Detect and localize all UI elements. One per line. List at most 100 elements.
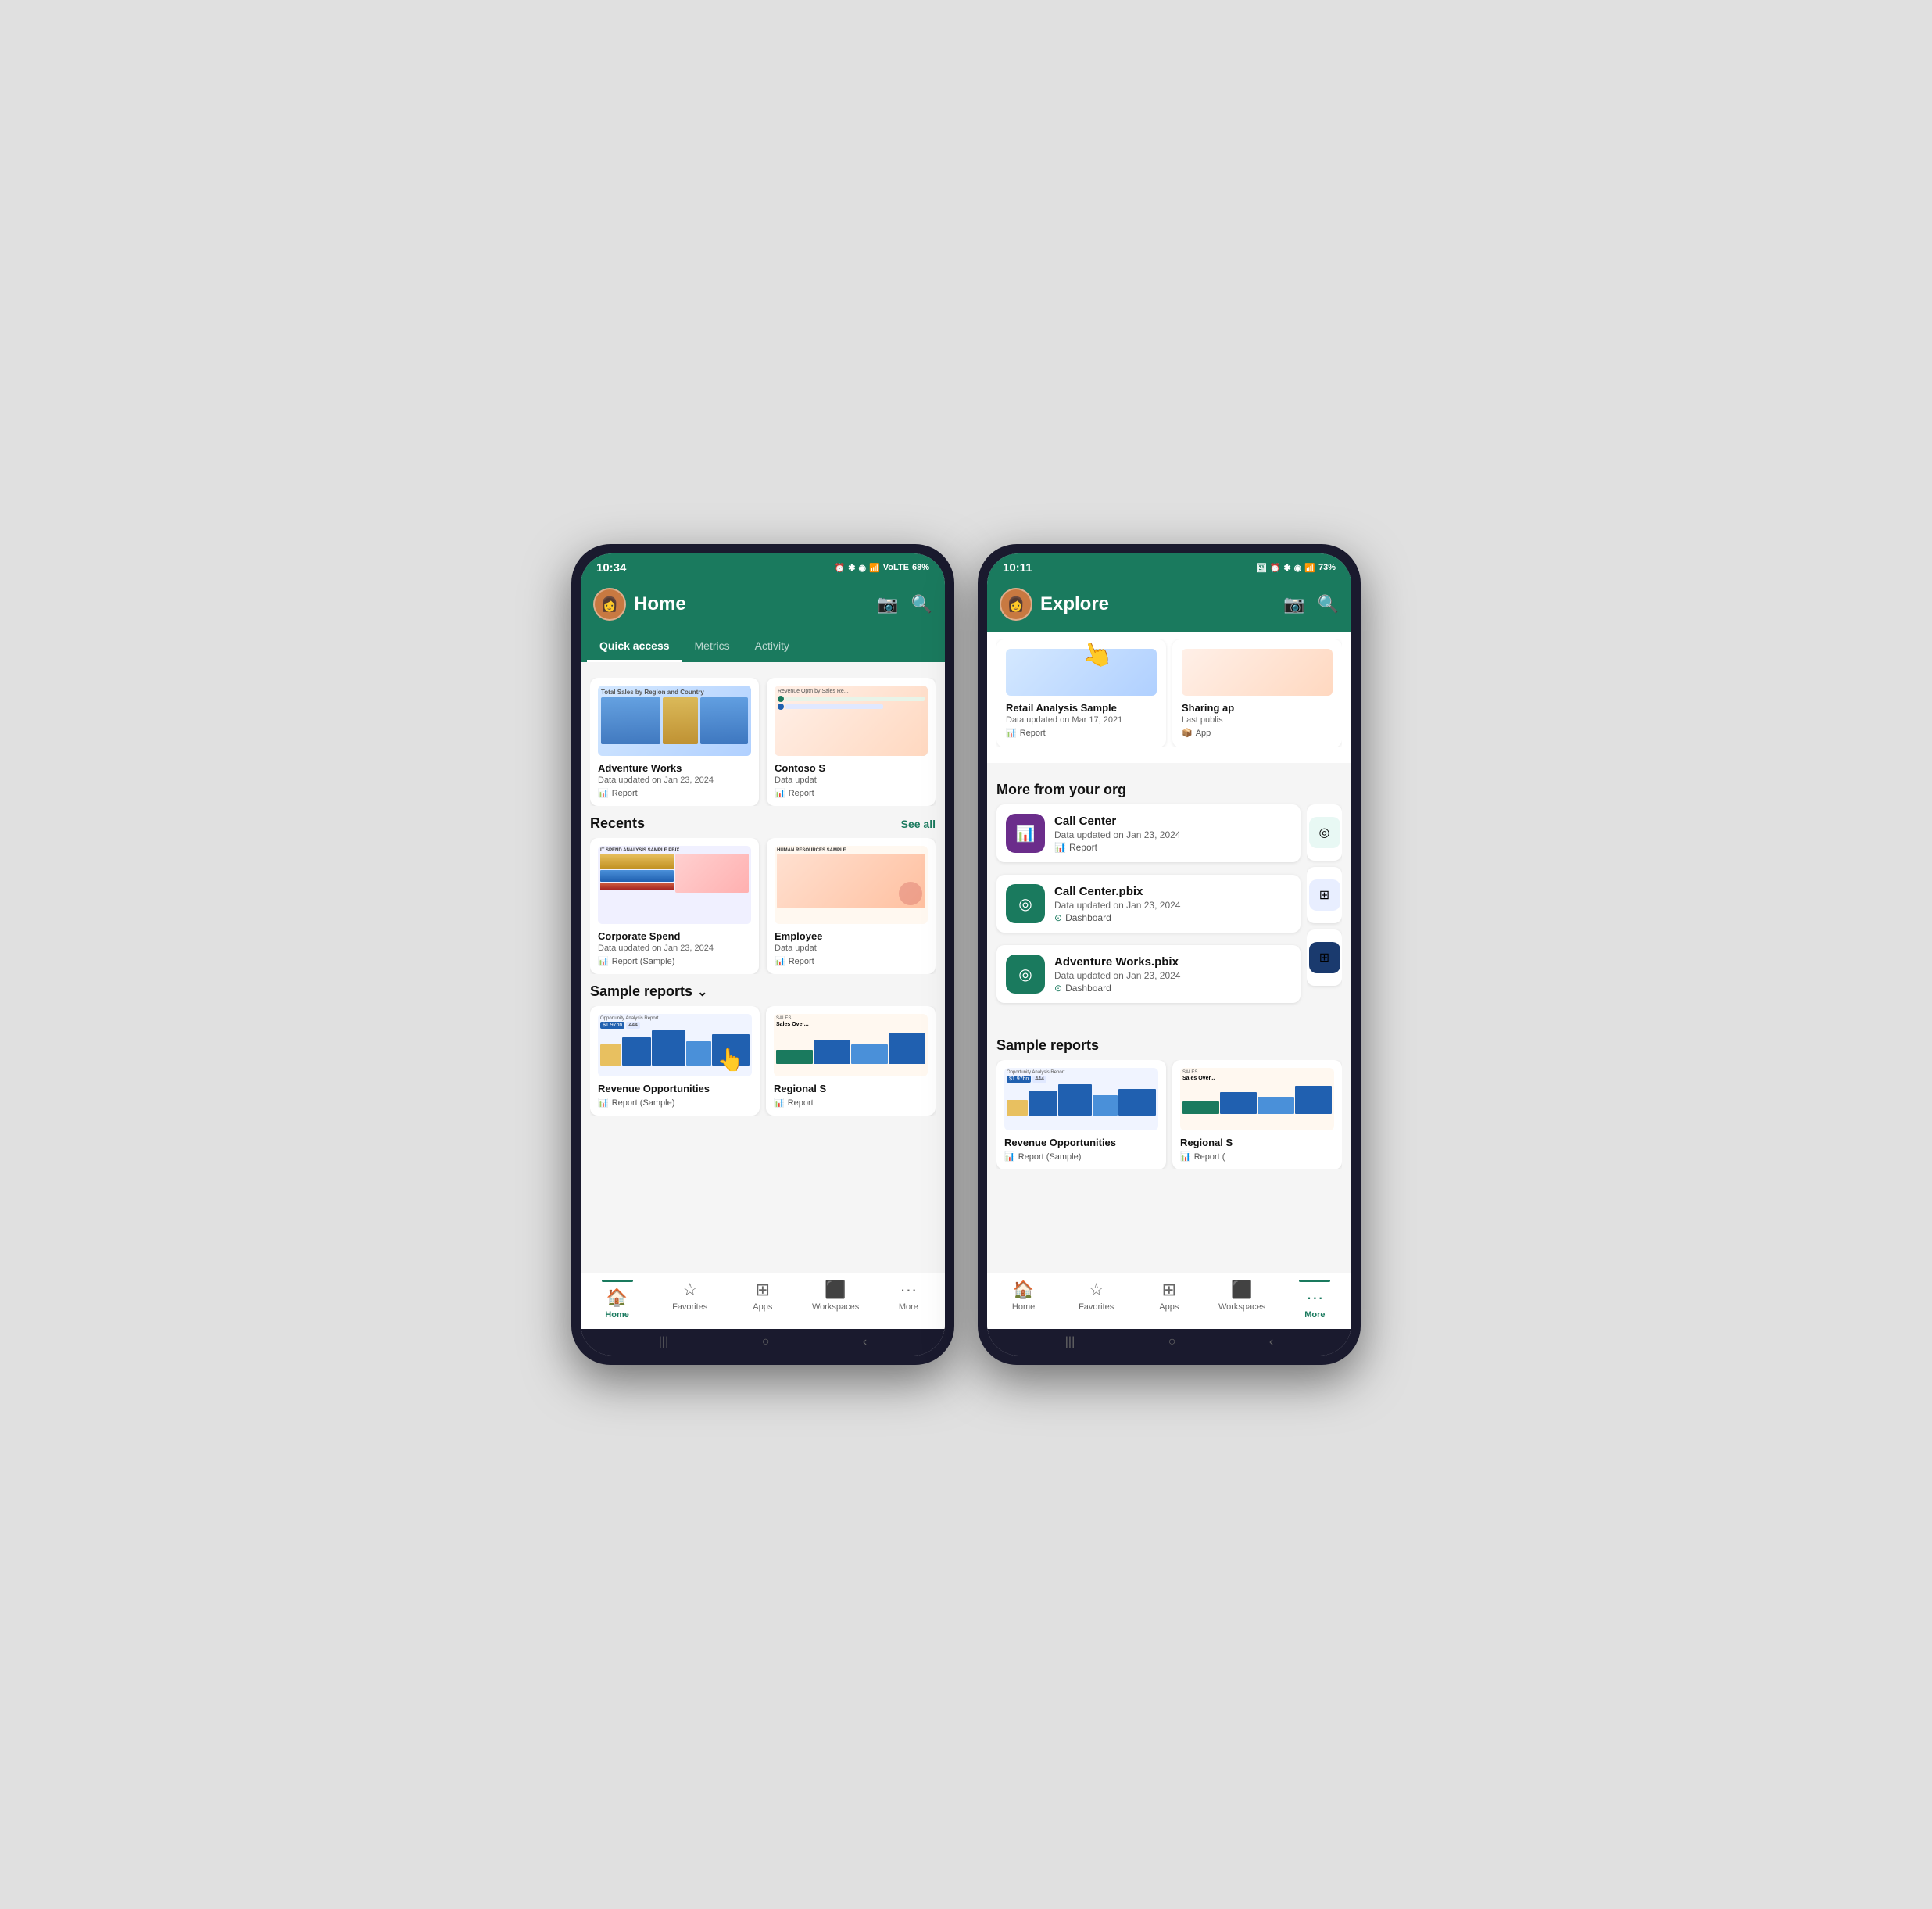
regional-card-1[interactable]: SALES Sales Over... Regional S — [766, 1006, 936, 1116]
org-partial-icon-2: ⊞ — [1309, 879, 1340, 911]
tab-metrics[interactable]: Metrics — [682, 632, 742, 662]
status-icons-1: ⏰ ✱ ◉ 📶 VoLTE 68% — [835, 563, 929, 573]
page-title-1: Home — [634, 593, 686, 615]
nav-workspaces-1[interactable]: ⬛ Workspaces — [812, 1280, 859, 1320]
adventure-pbix-glyph: ◎ — [1018, 965, 1032, 984]
adventure-pbix-name: Adventure Works.pbix — [1054, 955, 1291, 969]
call-center-card[interactable]: 📊 Call Center Data updated on Jan 23, 20… — [996, 804, 1301, 862]
time-1: 10:34 — [596, 561, 626, 575]
sharing-date: Last publis — [1182, 715, 1333, 725]
org-header: More from your org — [996, 782, 1342, 798]
bottom-nav-1: 🏠 Home ☆ Favorites ⊞ Apps ⬛ Workspaces ·… — [581, 1273, 945, 1329]
sample-cards-2: Opportunity Analysis Report $1.97bn 444 — [996, 1060, 1342, 1169]
retail-title: Retail Analysis Sample — [1006, 702, 1157, 714]
regional-thumb-1: SALES Sales Over... — [774, 1014, 928, 1076]
tab-quick-access[interactable]: Quick access — [587, 632, 682, 662]
nav-apps-2[interactable]: ⊞ Apps — [1146, 1280, 1193, 1320]
revenue-opp-title-1: Revenue Opportunities — [598, 1083, 752, 1094]
call-center-icon: 📊 — [1006, 814, 1045, 853]
revenue-opp-card-2[interactable]: Opportunity Analysis Report $1.97bn 444 — [996, 1060, 1166, 1169]
report-icon-ro2: 📊 — [1004, 1151, 1015, 1162]
android-nav-2: ||| ○ ‹ — [987, 1329, 1351, 1356]
workspaces-icon-1: ⬛ — [825, 1280, 846, 1300]
nav-more-2[interactable]: ··· More — [1291, 1280, 1338, 1320]
camera-btn-1[interactable]: 📷 — [877, 594, 898, 614]
android-menu-1[interactable]: ||| — [659, 1335, 668, 1349]
time-2: 10:11 — [1003, 561, 1032, 575]
org-partial-2: ⊞ — [1307, 867, 1342, 923]
sharing-app-card[interactable]: Sharing ap Last publis 📦 App — [1172, 639, 1342, 747]
revenue-opp-thumb-2: Opportunity Analysis Report $1.97bn 444 — [1004, 1068, 1158, 1130]
search-btn-1[interactable]: 🔍 — [911, 594, 932, 614]
more-label-1: More — [899, 1302, 918, 1312]
report-icon-rg2: 📊 — [1180, 1151, 1191, 1162]
call-center-pbix-card[interactable]: ◎ Call Center.pbix Data updated on Jan 2… — [996, 875, 1301, 933]
nav-workspaces-2[interactable]: ⬛ Workspaces — [1218, 1280, 1265, 1320]
adventure-works-card[interactable]: Total Sales by Region and Country Advent… — [590, 678, 759, 806]
avatar-1[interactable]: 👩 — [593, 588, 626, 621]
call-center-pbix-date: Data updated on Jan 23, 2024 — [1054, 900, 1291, 911]
report-icon-cc: 📊 — [1054, 842, 1066, 853]
avatar-2[interactable]: 👩 — [1000, 588, 1032, 621]
report-icon-c: 📊 — [775, 788, 785, 798]
regional-title-1: Regional S — [774, 1083, 928, 1094]
android-menu-2[interactable]: ||| — [1065, 1335, 1075, 1349]
employee-date: Data updat — [775, 944, 928, 953]
adventure-pbix-info: Adventure Works.pbix Data updated on Jan… — [1054, 955, 1291, 994]
employee-thumb: HUMAN RESOURCES SAMPLE — [775, 846, 928, 924]
workspaces-label-1: Workspaces — [812, 1302, 859, 1312]
nav-home-1[interactable]: 🏠 Home — [594, 1280, 641, 1320]
contoso-card[interactable]: Revenue Optn by Sales Re... — [767, 678, 936, 806]
apps-icon-2: ⊞ — [1162, 1280, 1176, 1300]
corporate-spend-card[interactable]: IT SPEND ANALYSIS SAMPLE PBIX — [590, 838, 759, 974]
android-back-1[interactable]: ‹ — [863, 1335, 867, 1349]
nav-apps-1[interactable]: ⊞ Apps — [739, 1280, 786, 1320]
search-btn-2[interactable]: 🔍 — [1318, 594, 1339, 614]
tabs-1: Quick access Metrics Activity — [581, 632, 945, 662]
android-home-1[interactable]: ○ — [762, 1335, 770, 1349]
call-center-name: Call Center — [1054, 815, 1291, 828]
android-home-2[interactable]: ○ — [1168, 1335, 1176, 1349]
report-icon-aw: 📊 — [598, 788, 609, 798]
adventure-pbix-card[interactable]: ◎ Adventure Works.pbix Data updated on J… — [996, 945, 1301, 1003]
report-icon-ro1: 📊 — [598, 1098, 609, 1108]
featured-cards-row: Retail Analysis Sample Data updated on M… — [996, 639, 1342, 747]
revenue-opp-type-2: 📊 Report (Sample) — [1004, 1151, 1158, 1162]
workspaces-icon-2: ⬛ — [1231, 1280, 1252, 1300]
adventure-pbix-type: ⊙ Dashboard — [1054, 983, 1291, 994]
contoso-thumb: Revenue Optn by Sales Re... — [775, 686, 928, 756]
more-icon-1: ··· — [900, 1280, 917, 1300]
regional-card-2[interactable]: SALES Sales Over... — [1172, 1060, 1342, 1169]
see-all-recents[interactable]: See all — [901, 818, 936, 830]
nav-home-2[interactable]: 🏠 Home — [1000, 1280, 1047, 1320]
call-center-type: 📊 Report — [1054, 842, 1291, 853]
org-cards-wrapper: 📊 Call Center Data updated on Jan 23, 20… — [996, 804, 1342, 1009]
adventure-works-thumb: Total Sales by Region and Country — [598, 686, 751, 756]
tab-activity[interactable]: Activity — [742, 632, 802, 662]
apps-label-2: Apps — [1159, 1302, 1179, 1312]
top-bar-1: 👩 Home 📷 🔍 — [581, 582, 945, 632]
report-icon-rt: 📊 — [1006, 728, 1017, 738]
report-icon-e: 📊 — [775, 956, 785, 966]
adventure-works-title: Adventure Works — [598, 762, 751, 774]
corporate-spend-date: Data updated on Jan 23, 2024 — [598, 944, 751, 953]
revenue-opp-title-2: Revenue Opportunities — [1004, 1137, 1158, 1148]
home-label-1: Home — [605, 1310, 629, 1320]
top-bar-left-1: 👩 Home — [593, 588, 686, 621]
android-back-2[interactable]: ‹ — [1269, 1335, 1273, 1349]
sharing-title: Sharing ap — [1182, 702, 1333, 714]
top-bar-right-1: 📷 🔍 — [877, 594, 932, 614]
call-center-date: Data updated on Jan 23, 2024 — [1054, 829, 1291, 840]
battery-1: 68% — [912, 563, 929, 572]
nav-favorites-1[interactable]: ☆ Favorites — [667, 1280, 714, 1320]
nav-favorites-2[interactable]: ☆ Favorites — [1073, 1280, 1120, 1320]
favorites-icon-1: ☆ — [682, 1280, 698, 1300]
employee-card[interactable]: HUMAN RESOURCES SAMPLE Employee Data upd… — [767, 838, 936, 974]
app-icon-sh: 📦 — [1182, 728, 1193, 738]
revenue-opp-card-1[interactable]: Opportunity Analysis Report $1.97bn 444 — [590, 1006, 760, 1116]
camera-btn-2[interactable]: 📷 — [1283, 594, 1304, 614]
regional-type-2: 📊 Report ( — [1180, 1151, 1334, 1162]
nav-more-1[interactable]: ··· More — [885, 1280, 932, 1320]
call-center-pbix-glyph: ◎ — [1018, 894, 1032, 914]
sample-reports-header-2: Sample reports — [996, 1037, 1342, 1054]
